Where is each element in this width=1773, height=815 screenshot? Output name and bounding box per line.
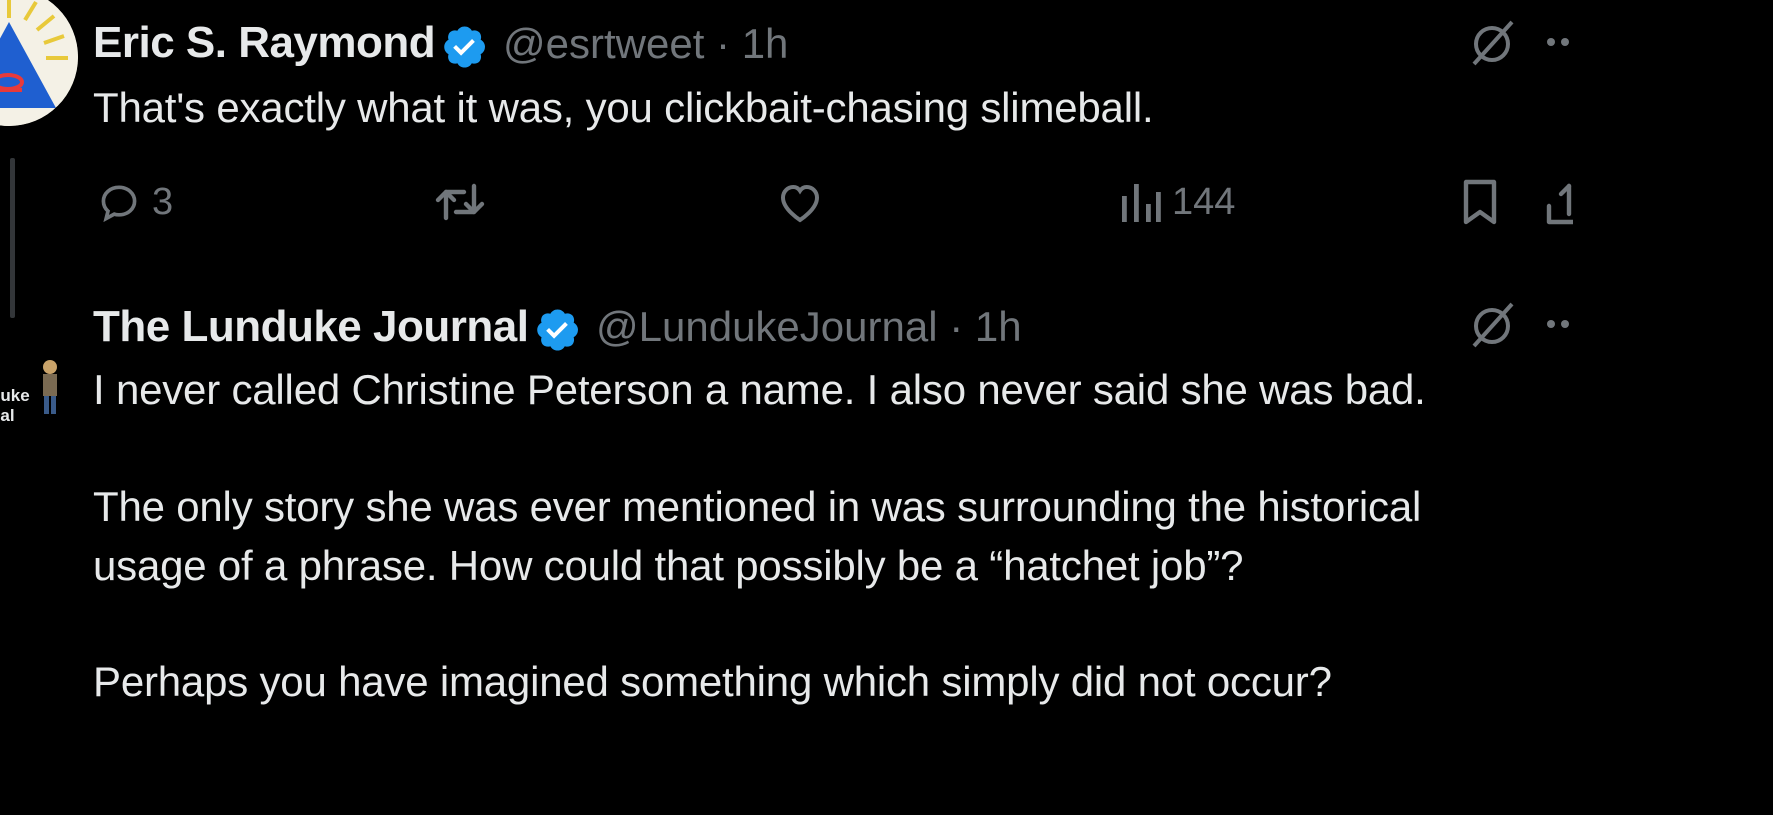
views-count: 144	[1172, 180, 1236, 223]
thread-line	[10, 158, 15, 318]
bookmark-button[interactable]	[1460, 178, 1500, 226]
tweet-text: That's exactly what it was, you clickbai…	[93, 84, 1154, 131]
display-name[interactable]: The Lunduke Journal	[93, 302, 529, 352]
views-icon	[1122, 184, 1161, 222]
handle-text[interactable]: @esrtweet	[503, 20, 704, 67]
retweet-icon	[435, 183, 485, 221]
reply-button[interactable]: 3	[96, 180, 173, 224]
avatar-esr[interactable]	[0, 0, 78, 126]
avatar-lunduke-text: dukenal	[0, 386, 30, 425]
verified-badge-icon[interactable]	[533, 305, 581, 353]
verified-badge-icon[interactable]	[440, 22, 488, 70]
avatar-lunduke[interactable]: dukenal	[0, 358, 72, 440]
retweet-button[interactable]	[432, 180, 488, 224]
avatar-lunduke-figure	[43, 360, 57, 414]
timestamp[interactable]: · 1h	[716, 20, 788, 67]
handle[interactable]: @LundukeJournal · 1h	[596, 303, 1022, 351]
heart-icon	[780, 184, 820, 223]
more-icon[interactable]	[1545, 36, 1575, 48]
grok-icon[interactable]	[1466, 300, 1518, 352]
reply-count: 3	[152, 180, 174, 223]
like-button[interactable]	[776, 180, 824, 224]
tweet-text-line: I never called Christine Peterson a name…	[93, 366, 1426, 413]
display-name[interactable]: Eric S. Raymond	[93, 18, 436, 68]
share-icon	[1546, 183, 1573, 225]
grok-icon[interactable]	[1466, 18, 1518, 70]
handle[interactable]: @esrtweet · 1h	[503, 20, 788, 68]
tweet-text-line: The only story she was ever mentioned in…	[93, 483, 1422, 530]
bookmark-icon	[1463, 179, 1497, 225]
timestamp[interactable]: · 1h	[949, 303, 1021, 350]
share-button[interactable]	[1545, 178, 1573, 226]
reply-icon	[101, 185, 137, 223]
views-button[interactable]: 144	[1120, 180, 1235, 224]
handle-text[interactable]: @LundukeJournal	[596, 303, 938, 350]
more-icon[interactable]	[1545, 318, 1575, 330]
tweet-text-line: Perhaps you have imagined something whic…	[93, 658, 1332, 705]
tweet-text-line: usage of a phrase. How could that possib…	[93, 542, 1244, 589]
avatar-esr-image	[0, 0, 78, 126]
